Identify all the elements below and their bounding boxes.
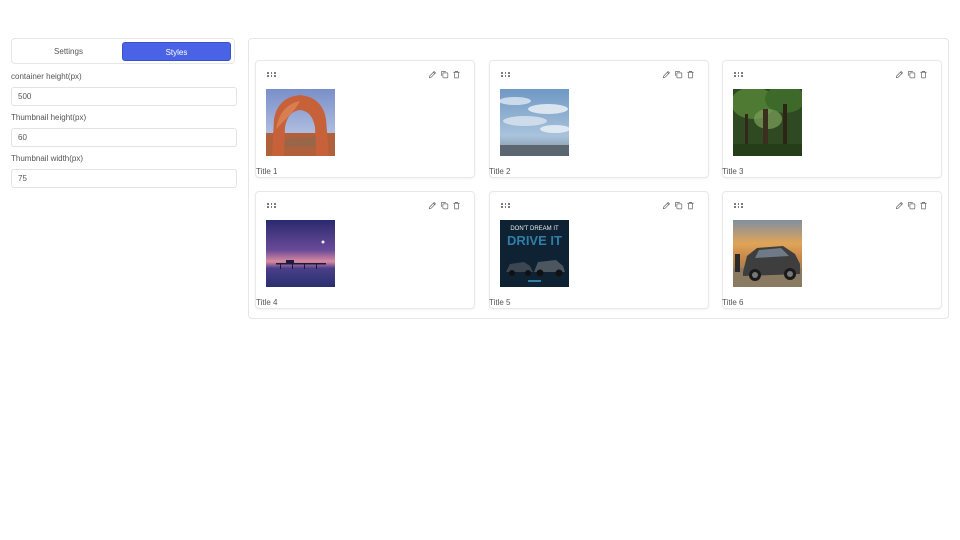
drag-handle-icon[interactable]	[267, 203, 277, 209]
edit-icon[interactable]	[895, 201, 904, 210]
tab-settings[interactable]: Settings	[15, 42, 122, 61]
thumbnail-width-input[interactable]	[11, 169, 237, 188]
gallery-card[interactable]	[255, 191, 475, 309]
copy-icon[interactable]	[674, 201, 683, 210]
car-ad-thumbnail[interactable]: DON'T DREAM IT DRIVE IT	[500, 220, 569, 287]
arch-desert-thumbnail[interactable]	[266, 89, 335, 156]
card-title: Title 1	[256, 167, 278, 176]
purple-sunset-pier-thumbnail[interactable]	[266, 220, 335, 287]
copy-icon[interactable]	[907, 201, 916, 210]
gallery-card[interactable]	[255, 60, 475, 178]
edit-icon[interactable]	[895, 70, 904, 79]
delete-icon[interactable]	[919, 70, 928, 79]
car-ad-top-text: DON'T DREAM IT	[510, 226, 559, 232]
thumbnail-height-input[interactable]	[11, 128, 237, 147]
card-title: Title 3	[722, 167, 744, 176]
container-height-label: container height(px)	[11, 72, 82, 81]
copy-icon[interactable]	[907, 70, 916, 79]
drag-handle-icon[interactable]	[501, 203, 511, 209]
copy-icon[interactable]	[440, 70, 449, 79]
container-height-input[interactable]	[11, 87, 237, 106]
gallery-card[interactable]	[722, 191, 942, 309]
drag-handle-icon[interactable]	[734, 203, 744, 209]
delete-icon[interactable]	[452, 201, 461, 210]
thumbnail-height-label: Thumbnail height(px)	[11, 113, 87, 122]
thumbnail-width-label: Thumbnail width(px)	[11, 154, 84, 163]
cloudy-sky-thumbnail[interactable]	[500, 89, 569, 156]
tab-styles[interactable]: Styles	[122, 41, 231, 61]
delete-icon[interactable]	[686, 70, 695, 79]
card-title: Title 2	[489, 167, 511, 176]
delete-icon[interactable]	[919, 201, 928, 210]
car-ad-main-text: DRIVE IT	[507, 233, 562, 248]
edit-icon[interactable]	[428, 70, 437, 79]
drag-handle-icon[interactable]	[734, 72, 744, 78]
delete-icon[interactable]	[686, 201, 695, 210]
gallery-container: Title 1 Title 2 Title 3 Title 4 DON'T DR…	[248, 38, 949, 319]
edit-icon[interactable]	[662, 70, 671, 79]
gallery-card[interactable]: DON'T DREAM IT DRIVE IT	[489, 191, 709, 309]
gallery-card[interactable]	[489, 60, 709, 178]
card-title: Title 4	[256, 298, 278, 307]
edit-icon[interactable]	[428, 201, 437, 210]
drag-handle-icon[interactable]	[501, 72, 511, 78]
edit-icon[interactable]	[662, 201, 671, 210]
drag-handle-icon[interactable]	[267, 72, 277, 78]
card-title: Title 6	[722, 298, 744, 307]
gallery-card[interactable]	[722, 60, 942, 178]
copy-icon[interactable]	[674, 70, 683, 79]
card-title: Title 5	[489, 298, 511, 307]
copy-icon[interactable]	[440, 201, 449, 210]
forest-thumbnail[interactable]	[733, 89, 802, 156]
settings-styles-tabs: Settings Styles	[11, 38, 235, 64]
car-sunset-thumbnail[interactable]	[733, 220, 802, 287]
delete-icon[interactable]	[452, 70, 461, 79]
